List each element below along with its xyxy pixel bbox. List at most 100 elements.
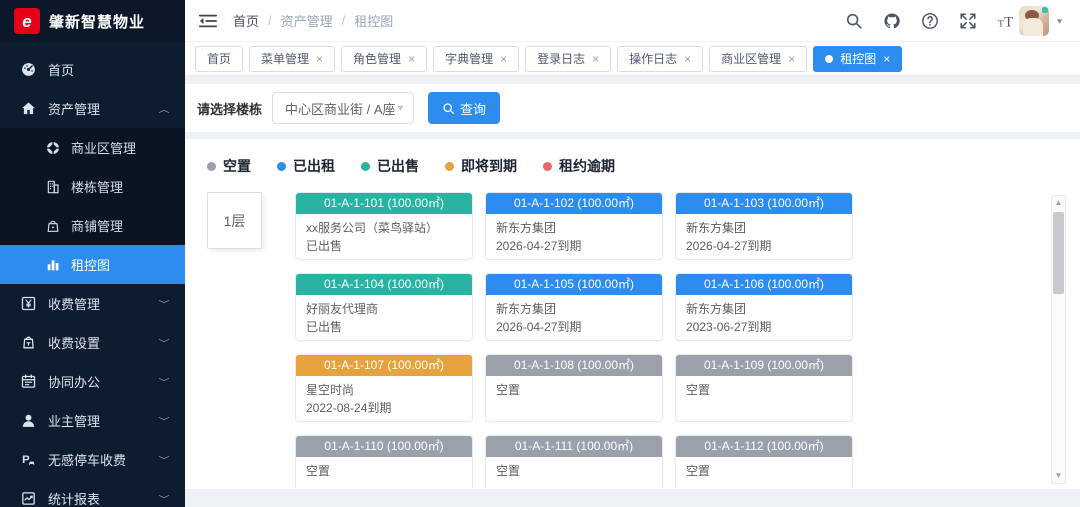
sidebar-item-首页[interactable]: 首页: [0, 50, 185, 89]
unit-card-title: 01-A-1-106 (100.00㎡): [676, 274, 852, 295]
unit-card-01-A-1-112[interactable]: 01-A-1-112 (100.00㎡)空置: [675, 435, 853, 488]
tab-操作日志[interactable]: 操作日志 ×: [617, 46, 703, 72]
tab-登录日志[interactable]: 登录日志×: [525, 46, 611, 72]
tab-角色管理[interactable]: 角色管理×: [341, 46, 427, 72]
unit-card-title: 01-A-1-104 (100.00㎡): [296, 274, 472, 295]
sidebar-item-收费设置[interactable]: 收费设置﹀: [0, 323, 185, 362]
unit-card-01-A-1-103[interactable]: 01-A-1-103 (100.00㎡)新东方集团2026-04-27到期: [675, 192, 853, 260]
legend-dot-icon: [445, 162, 454, 171]
scroll-down-icon[interactable]: ▼: [1052, 469, 1065, 483]
fullscreen-icon[interactable]: [959, 12, 977, 30]
unit-status-text: 已出售: [306, 238, 462, 255]
active-tab-dot-icon: [825, 55, 833, 63]
sidebar-item-label: 租控图: [71, 255, 110, 274]
close-icon[interactable]: ×: [788, 53, 795, 65]
unit-card-01-A-1-102[interactable]: 01-A-1-102 (100.00㎡)新东方集团2026-04-27到期: [485, 192, 663, 260]
unit-tenant: xx服务公司（菜鸟驿站）: [306, 220, 462, 237]
building-select-value: 中心区商业街 / A座: [285, 99, 396, 118]
sidebar-item-楼栋管理[interactable]: 楼栋管理: [0, 167, 185, 206]
unit-card-01-A-1-105[interactable]: 01-A-1-105 (100.00㎡)新东方集团2026-04-27到期: [485, 273, 663, 341]
unit-card-body: 空置: [486, 376, 662, 399]
font-size-icon[interactable]: TT: [997, 12, 1015, 30]
close-icon[interactable]: ×: [408, 53, 415, 65]
unit-card-body: 新东方集团2026-04-27到期: [486, 214, 662, 255]
home-icon: [20, 100, 37, 117]
building-select-label: 请选择楼栋: [197, 99, 262, 118]
legend-dot-icon: [543, 162, 552, 171]
unit-card-body: 空置: [676, 457, 852, 480]
tab-label: 商业区管理: [721, 50, 781, 67]
close-icon[interactable]: ×: [883, 53, 890, 65]
tab-label: 菜单管理: [261, 50, 309, 67]
unit-card-01-A-1-106[interactable]: 01-A-1-106 (100.00㎡)新东方集团2023-06-27到期: [675, 273, 853, 341]
sidebar-item-label: 业主管理: [48, 411, 159, 430]
unit-card-title: 01-A-1-109 (100.00㎡): [676, 355, 852, 376]
chevron-down-icon: ﹀: [159, 376, 170, 388]
scrollbar-thumb[interactable]: [1053, 212, 1064, 294]
sidebar-item-收费管理[interactable]: 收费管理﹀: [0, 284, 185, 323]
sidebar-item-商铺管理[interactable]: 商铺管理: [0, 206, 185, 245]
query-button[interactable]: 查询: [428, 92, 500, 124]
unit-tenant: 新东方集团: [686, 301, 842, 318]
close-icon[interactable]: ×: [500, 53, 507, 65]
close-icon[interactable]: ×: [316, 53, 323, 65]
report-icon: [20, 490, 37, 507]
breadcrumb-item[interactable]: 首页: [233, 11, 259, 30]
sidebar-item-商业区管理[interactable]: 商业区管理: [0, 128, 185, 167]
tab-字典管理[interactable]: 字典管理×: [433, 46, 519, 72]
shop-icon: [45, 218, 61, 234]
unit-card-01-A-1-111[interactable]: 01-A-1-111 (100.00㎡)空置: [485, 435, 663, 488]
unit-status-text: 2022-08-24到期: [306, 400, 462, 417]
unit-card-01-A-1-101[interactable]: 01-A-1-101 (100.00㎡)xx服务公司（菜鸟驿站）已出售: [295, 192, 473, 260]
breadcrumb-item[interactable]: 租控图: [354, 11, 393, 30]
vertical-scrollbar[interactable]: ▲ ▼: [1051, 195, 1066, 484]
unit-tenant: 空置: [496, 382, 652, 399]
avatar[interactable]: [1019, 6, 1049, 36]
user-menu[interactable]: ▼: [1019, 6, 1064, 36]
building-select[interactable]: 中心区商业街 / A座 ▼: [272, 92, 414, 124]
search-icon[interactable]: [845, 12, 863, 30]
sidebar-item-无感停车收费[interactable]: P无感停车收费﹀: [0, 440, 185, 479]
sidebar-item-业主管理[interactable]: 业主管理﹀: [0, 401, 185, 440]
unit-card-01-A-1-110[interactable]: 01-A-1-110 (100.00㎡) 空置: [295, 435, 473, 488]
legend-item-即将到期: 即将到期: [445, 156, 517, 176]
unit-card-01-A-1-107[interactable]: 01-A-1-107 (100.00㎡)星空时尚2022-08-24到期: [295, 354, 473, 422]
tab-label: 租控图: [840, 50, 876, 67]
tab-label: 操作日志: [629, 50, 677, 67]
parking-icon: P: [20, 451, 37, 468]
close-icon[interactable]: ×: [592, 53, 599, 65]
units-grid: 01-A-1-101 (100.00㎡)xx服务公司（菜鸟驿站）已出售01-A-…: [295, 192, 1037, 488]
sidebar-item-协同办公[interactable]: 协同办公﹀: [0, 362, 185, 401]
unit-card-01-A-1-104[interactable]: 01-A-1-104 (100.00㎡)好丽友代理商已出售: [295, 273, 473, 341]
tab-菜单管理[interactable]: 菜单管理 ×: [249, 46, 335, 72]
close-icon[interactable]: ×: [684, 53, 691, 65]
unit-card-01-A-1-108[interactable]: 01-A-1-108 (100.00㎡)空置: [485, 354, 663, 422]
tab-租控图[interactable]: 租控图 ×: [813, 46, 902, 72]
collapse-sidebar-icon[interactable]: [199, 13, 217, 29]
units-board: 1层01-A-1-101 (100.00㎡)xx服务公司（菜鸟驿站）已出售01-…: [207, 192, 1037, 488]
tab-首页[interactable]: 首页: [195, 46, 243, 72]
unit-tenant: 新东方集团: [496, 220, 652, 237]
github-icon[interactable]: [883, 12, 901, 30]
chevron-down-icon: ﹀: [159, 415, 170, 427]
scroll-up-icon[interactable]: ▲: [1052, 196, 1065, 210]
chevron-down-icon: ﹀: [159, 493, 170, 505]
brand-logo-icon: e: [14, 8, 40, 34]
unit-card-title: 01-A-1-110 (100.00㎡): [296, 436, 472, 457]
tabbar: 首页菜单管理×角色管理×字典管理×登录日志×操作日志×商业区管理×租控图×: [185, 42, 1080, 76]
breadcrumb-item[interactable]: 资产管理: [281, 11, 333, 30]
sidebar-item-租控图[interactable]: 租控图: [0, 245, 185, 284]
sidebar-item-资产管理[interactable]: 资产管理︿: [0, 89, 185, 128]
unit-card-title: 01-A-1-112 (100.00㎡): [676, 436, 852, 457]
tab-商业区管理[interactable]: 商业区管理 ×: [709, 46, 807, 72]
unit-card-01-A-1-109[interactable]: 01-A-1-109 (100.00㎡)空置: [675, 354, 853, 422]
sidebar-menu: 首页资产管理︿商业区管理楼栋管理商铺管理租控图收费管理﹀收费设置﹀协同办公﹀业主…: [0, 42, 185, 507]
unit-card-body: 空置: [676, 376, 852, 399]
unit-tenant: 新东方集团: [496, 301, 652, 318]
sidebar-item-统计报表[interactable]: 统计报表﹀: [0, 479, 185, 507]
main-area: 首页/资产管理/租控图 TT ▼ 首页菜单管理×角色管理×字典管理×登录日志×操…: [185, 0, 1080, 507]
help-icon[interactable]: [921, 12, 939, 30]
unit-card-title: 01-A-1-111 (100.00㎡): [486, 436, 662, 457]
unit-status-text: 已出售: [306, 319, 462, 336]
unit-tenant: 空置: [306, 463, 462, 480]
